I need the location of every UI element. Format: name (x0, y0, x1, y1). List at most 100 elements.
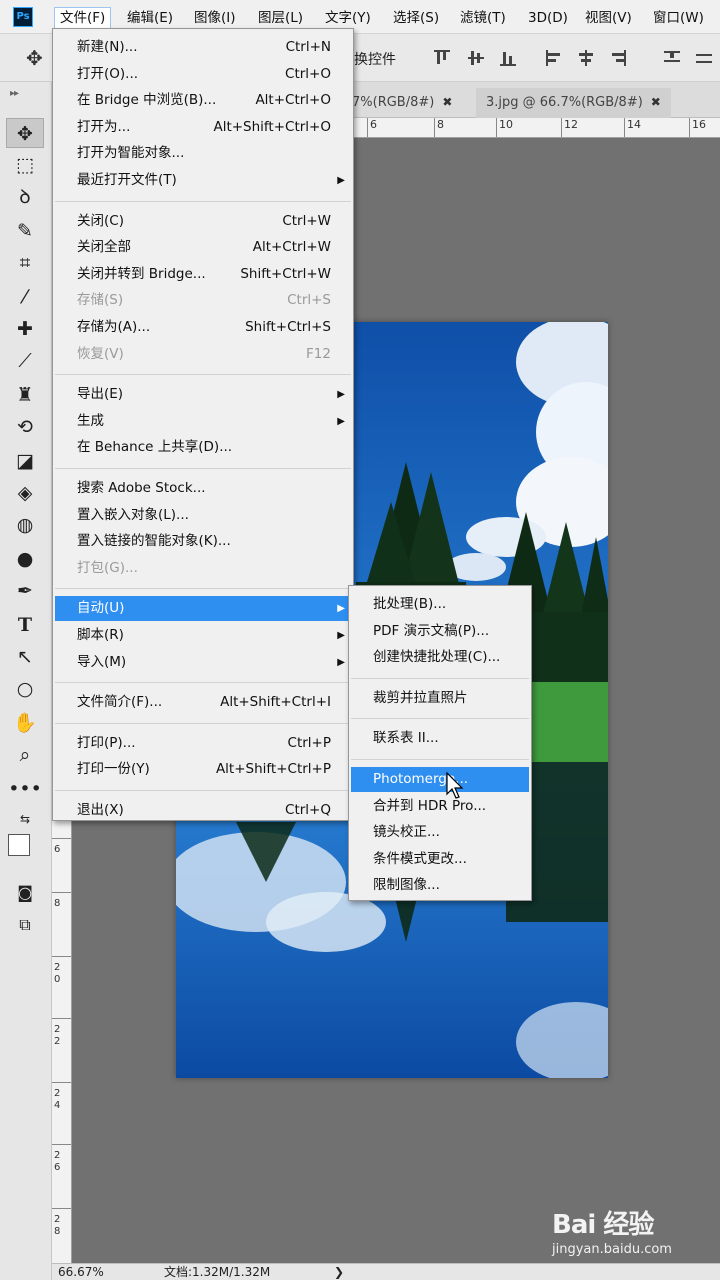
file-menu-item-3-2[interactable]: 置入链接的智能对象(K)... (55, 529, 351, 554)
menu-item-shortcut: Ctrl+Q (285, 802, 331, 818)
hand-tool-icon[interactable]: ✋ (6, 708, 44, 738)
menu-item-label: 合并到 HDR Pro... (373, 797, 487, 814)
automate-menu-item-3-0[interactable]: Photomerge... (351, 767, 529, 792)
lasso-tool-icon[interactable]: ꝺ (6, 182, 44, 212)
file-menu-item-7-0[interactable]: 退出(X) Ctrl+Q (55, 798, 351, 823)
file-menu-item-3-1[interactable]: 置入嵌入对象(L)... (55, 503, 351, 528)
tab-document-1[interactable]: 7%(RGB/8#) ✖ (342, 88, 462, 118)
menu-edit[interactable]: 编辑(E) (122, 7, 178, 29)
tab-document-2[interactable]: 3.jpg @ 66.7%(RGB/8#) ✖ (476, 88, 671, 118)
automate-menu-item-2-0[interactable]: 联系表 II... (351, 726, 529, 751)
menu-separator (351, 718, 529, 720)
file-menu-item-0-1[interactable]: 打开(O)... Ctrl+O (55, 62, 351, 87)
menu-3d[interactable]: 3D(D) (523, 7, 573, 29)
file-menu-item-2-1[interactable]: 生成 ▶ (55, 409, 351, 434)
menu-separator (55, 722, 351, 724)
menu-item-shortcut: Shift+Ctrl+S (245, 319, 331, 335)
quick-mask-icon[interactable]: ◙ (6, 878, 44, 908)
menu-filter[interactable]: 滤镜(T) (455, 7, 511, 29)
file-menu-item-2-0[interactable]: 导出(E) ▶ (55, 382, 351, 407)
menu-item-label: 导出(E) (77, 386, 124, 403)
ellipse-tool-icon[interactable]: ○ (6, 674, 44, 704)
align-top-icon[interactable] (432, 48, 452, 68)
menu-layer[interactable]: 图层(L) (253, 7, 308, 29)
distribute-vcenter-icon[interactable] (694, 48, 714, 68)
close-icon[interactable]: ✖ (651, 95, 661, 109)
tools-panel: ▸▸ ✥ ⬚ ꝺ ✎ ⌗ ⁄ ✚ ⟋ ♜ ⟲ ◪ ◈ ◍ ● ✒ T ↖ ○ ✋… (0, 82, 52, 1280)
dodge-tool-icon[interactable]: ● (6, 544, 44, 574)
move-tool-icon[interactable]: ✥ (26, 48, 43, 68)
transform-controls-label[interactable]: 换控件 (354, 49, 396, 69)
stamp-tool-icon[interactable]: ♜ (6, 380, 44, 410)
more-tools-icon[interactable]: ••• (6, 774, 44, 804)
automate-menu-item-3-1[interactable]: 合并到 HDR Pro... (351, 794, 529, 819)
file-menu-item-1-0[interactable]: 关闭(C) Ctrl+W (55, 209, 351, 234)
align-hcenter-icon[interactable] (576, 48, 596, 68)
file-menu-item-0-3[interactable]: 打开为... Alt+Shift+Ctrl+O (55, 115, 351, 140)
paint-bucket-tool-icon[interactable]: ◈ (6, 478, 44, 508)
file-menu-item-5-0[interactable]: 文件简介(F)... Alt+Shift+Ctrl+I (55, 690, 351, 715)
file-menu-item-6-1[interactable]: 打印一份(Y) Alt+Shift+Ctrl+P (55, 757, 351, 782)
automate-menu-item-1-0[interactable]: 裁剪并拉直照片 (351, 686, 529, 711)
distribute-top-icon[interactable] (662, 48, 682, 68)
menu-image[interactable]: 图像(I) (189, 7, 241, 29)
file-menu-item-0-0[interactable]: 新建(N)... Ctrl+N (55, 35, 351, 60)
zoom-level[interactable]: 66.67% (58, 1264, 104, 1280)
marquee-tool-icon[interactable]: ⬚ (6, 150, 44, 180)
automate-menu-item-0-0[interactable]: 批处理(B)... (351, 592, 529, 617)
status-expand-icon[interactable]: ❯ (334, 1264, 344, 1280)
file-menu-item-1-4[interactable]: 存储为(A)... Shift+Ctrl+S (55, 315, 351, 340)
menu-view[interactable]: 视图(V) (580, 7, 637, 29)
automate-menu-item-0-1[interactable]: PDF 演示文稿(P)... (351, 619, 529, 644)
file-menu-item-4-1[interactable]: 脚本(R) ▶ (55, 623, 351, 648)
history-brush-tool-icon[interactable]: ⟲ (6, 412, 44, 442)
file-menu-item-3-0[interactable]: 搜索 Adobe Stock... (55, 476, 351, 501)
brush-tool-icon[interactable]: ⟋ (6, 346, 44, 376)
foreground-color-swatch[interactable] (8, 834, 30, 856)
menu-type[interactable]: 文字(Y) (320, 7, 376, 29)
file-menu-item-1-1[interactable]: 关闭全部 Alt+Ctrl+W (55, 235, 351, 260)
eraser-tool-icon[interactable]: ◪ (6, 446, 44, 476)
path-select-tool-icon[interactable]: ↖ (6, 642, 44, 672)
align-bottom-icon[interactable] (498, 48, 518, 68)
file-menu-item-0-4[interactable]: 打开为智能对象... (55, 141, 351, 166)
pen-tool-icon[interactable]: ✒ (6, 576, 44, 606)
crop-tool-icon[interactable]: ⌗ (6, 248, 44, 278)
file-menu-item-0-5[interactable]: 最近打开文件(T) ▶ (55, 168, 351, 193)
menu-item-label: 脚本(R) (77, 627, 124, 643)
menu-window[interactable]: 窗口(W) (648, 7, 709, 29)
close-icon[interactable]: ✖ (442, 95, 452, 109)
file-menu-item-6-0[interactable]: 打印(P)... Ctrl+P (55, 731, 351, 756)
blur-tool-icon[interactable]: ◍ (6, 510, 44, 540)
panel-grip-icon[interactable]: ▸▸ (10, 88, 19, 99)
align-left-icon[interactable] (544, 48, 564, 68)
file-menu-item-2-2[interactable]: 在 Behance 上共享(D)... (55, 435, 351, 460)
menu-item-shortcut: Ctrl+N (285, 39, 331, 55)
align-right-icon[interactable] (608, 48, 628, 68)
menu-item-label: PDF 演示文稿(P)... (373, 622, 490, 639)
file-menu-item-4-2[interactable]: 导入(M) ▶ (55, 650, 351, 675)
menu-item-shortcut: Alt+Shift+Ctrl+P (215, 761, 331, 778)
file-menu-item-0-2[interactable]: 在 Bridge 中浏览(B)... Alt+Ctrl+O (55, 88, 351, 113)
file-menu-item-4-0[interactable]: 自动(U) ▶ (55, 596, 351, 622)
menu-file[interactable]: 文件(F) (54, 7, 112, 29)
eyedropper-tool-icon[interactable]: ⁄ (6, 282, 44, 312)
automate-menu-item-0-2[interactable]: 创建快捷批处理(C)... (351, 645, 529, 670)
align-vcenter-icon[interactable] (466, 48, 486, 68)
menu-item-shortcut: Ctrl+W (282, 212, 331, 229)
quick-select-tool-icon[interactable]: ✎ (6, 216, 44, 246)
automate-menu-item-3-3[interactable]: 条件模式更改... (351, 847, 529, 872)
automate-menu-item-3-2[interactable]: 镜头校正... (351, 820, 529, 845)
menu-item-label: 联系表 II... (373, 730, 439, 747)
healing-brush-tool-icon[interactable]: ✚ (6, 314, 44, 344)
automate-menu-item-3-4[interactable]: 限制图像... (351, 873, 529, 898)
menu-item-label: 存储为(A)... (77, 319, 151, 335)
file-menu-item-1-2[interactable]: 关闭并转到 Bridge... Shift+Ctrl+W (55, 262, 351, 287)
swap-colors-icon[interactable]: ⇆ (6, 804, 44, 834)
type-tool-icon[interactable]: T (6, 610, 44, 640)
menu-select[interactable]: 选择(S) (388, 7, 444, 29)
zoom-tool-icon[interactable]: ⌕ (6, 740, 44, 770)
screen-mode-icon[interactable]: ⧉ (6, 910, 44, 940)
move-tool-icon[interactable]: ✥ (6, 118, 44, 148)
menu-item-label: 关闭全部 (77, 239, 131, 256)
